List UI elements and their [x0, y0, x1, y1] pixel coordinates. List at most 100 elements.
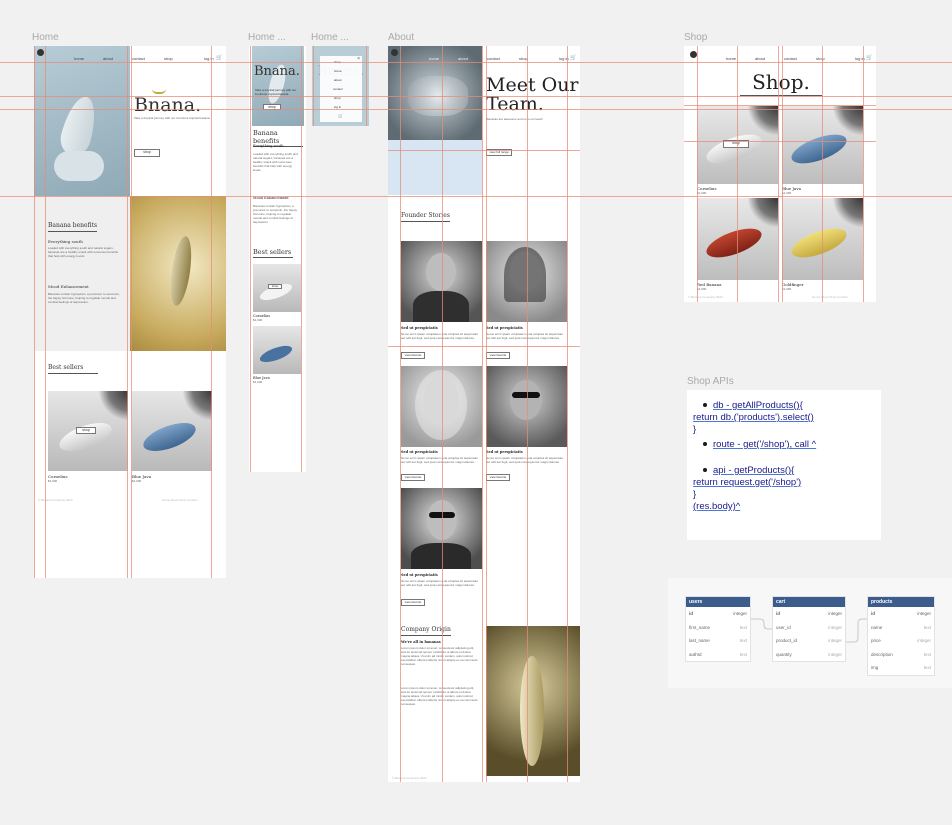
nav-contact[interactable]: contact	[132, 56, 145, 61]
company-origin-subtitle: We're all in bananas	[401, 640, 441, 644]
api-get-line4[interactable]: (res.body)^	[693, 501, 875, 513]
frame-label-home[interactable]: Home	[32, 32, 59, 43]
shop-nav-home[interactable]: home	[726, 56, 736, 61]
team-member5-title: Sed ut perspiciatis	[401, 573, 438, 577]
frame-label-home-menu[interactable]: Home ...	[311, 32, 349, 43]
mobile-benefit2-text: Bananas contain tryptophan, a precursor …	[253, 204, 298, 224]
shop-nav-contact[interactable]: contact	[784, 56, 797, 61]
benefit2-title: Mood Enhancement	[48, 284, 89, 289]
mobile-product2-image[interactable]	[253, 326, 301, 374]
api-get-line1[interactable]: api - getProducts(){	[693, 465, 875, 477]
grid-guide	[684, 105, 876, 106]
team-member3-title: Sed ut perspiciatis	[401, 450, 438, 454]
shop-product1-price: $1,000	[697, 191, 707, 195]
team-member4-text: Nemo enim ipsam voluptatem quia voluptas…	[486, 456, 564, 464]
shop-product4-price: $1,000	[782, 287, 792, 291]
about-cart-icon[interactable]: 🛒	[570, 55, 576, 61]
team-member4-button[interactable]: view favorite	[486, 474, 510, 481]
grid-guide	[388, 150, 580, 151]
benefits-section	[34, 196, 130, 351]
shop-apis-card: db - getAllProducts(){ return db.('produ…	[687, 390, 881, 540]
benefit2-text: Bananas contain tryptophan, a precursor …	[48, 292, 120, 304]
grid-guide	[567, 46, 568, 782]
shop-avatar-icon[interactable]	[690, 51, 697, 58]
mobile-product1-price: $1,000	[253, 318, 263, 322]
about-nav-home[interactable]: home	[429, 56, 439, 61]
home-menu-frame: Bnana. × shop home about contact shop lo…	[312, 46, 369, 126]
api-route-line[interactable]: route - get('/shop'), call ^	[693, 439, 875, 451]
api-db-line1[interactable]: db - getAllProducts(){	[693, 400, 875, 412]
hero-shop-button[interactable]: shop	[134, 149, 160, 157]
mobile-product1-shop-button[interactable]: shop	[268, 284, 282, 289]
menu-cart-icon[interactable]: 🛒	[338, 113, 343, 118]
product1-shop-button[interactable]: shop	[76, 427, 96, 434]
team-member4-title: Sed ut perspiciatis	[486, 450, 523, 454]
nav-home[interactable]: home	[74, 56, 84, 61]
db-relation-connectors	[751, 618, 867, 643]
api-db-line3[interactable]: }	[693, 424, 875, 436]
grid-guide	[211, 46, 212, 578]
nav-shop[interactable]: shop	[164, 56, 173, 61]
api-get-text1: api - getProducts(){	[713, 465, 795, 476]
team-member3-button[interactable]: view favorite	[401, 474, 425, 481]
about-nav-about[interactable]: about	[458, 56, 468, 61]
api-get-line2[interactable]: return request.get('/shop')	[693, 477, 875, 489]
grid-guide	[527, 46, 528, 782]
shop-footer-links[interactable]: Home About Shop Contact	[812, 295, 848, 299]
team-member3-text: Nemo enim ipsam voluptatem quia voluptas…	[401, 456, 479, 464]
grid-guide	[442, 46, 443, 782]
about-blue-block	[388, 140, 482, 195]
mobile-benefit1-text: Loaded with everything south and natural…	[253, 152, 298, 172]
grid-guide	[127, 46, 128, 578]
api-db-line2[interactable]: return db.('products').select()	[693, 412, 875, 424]
benefit1-title: Everything south	[48, 239, 83, 244]
menu-item-about[interactable]: about	[334, 78, 342, 82]
team-member1-button[interactable]: view favorite	[401, 352, 425, 359]
db-schema-board: users id integer first_name text last_name…	[668, 578, 952, 688]
shop-nav-shop[interactable]: shop	[816, 56, 825, 61]
about-nav-contact[interactable]: contact	[487, 56, 500, 61]
team-member2-button[interactable]: view favorite	[486, 352, 510, 359]
frame-label-about[interactable]: About	[388, 32, 414, 43]
team-member5-button[interactable]: view favorite	[401, 599, 425, 606]
avatar-icon[interactable]	[37, 49, 44, 56]
grid-guide	[697, 46, 698, 302]
grid-guide	[34, 46, 35, 578]
grid-guide	[400, 46, 401, 782]
bullet-icon	[703, 442, 707, 447]
frame-label-shop-apis[interactable]: Shop APIs	[687, 376, 734, 387]
api-route-text: route - get('/shop'), call ^	[713, 439, 817, 450]
menu-item-contact[interactable]: contact	[333, 87, 343, 91]
banana-flower-image	[486, 626, 580, 776]
grid-guide	[822, 46, 823, 302]
api-get-line3[interactable]: }	[693, 489, 875, 501]
company-origin-title: Company Origin	[401, 626, 451, 636]
home-footer-links[interactable]: Home About Shop Contact	[162, 498, 198, 502]
grid-guide	[0, 196, 952, 197]
frame-label-shop[interactable]: Shop	[684, 32, 707, 43]
product1-price: $1,000	[48, 479, 58, 483]
bullet-icon	[703, 403, 707, 408]
frame-label-home-mobile[interactable]: Home ...	[248, 32, 286, 43]
team-member2-text: Nemo enim ipsam voluptatem quia voluptas…	[486, 332, 564, 340]
nav-login[interactable]: log in	[204, 56, 214, 61]
nav-about[interactable]: about	[103, 56, 113, 61]
grid-guide	[45, 46, 46, 578]
shop-cart-icon[interactable]: 🛒	[866, 55, 872, 61]
company-origin-text2: Lorem ipsum dolor sit amet, consectetur …	[401, 686, 478, 706]
product2-image[interactable]	[132, 391, 212, 471]
shop-footer: © Banana Company 2024	[688, 295, 723, 299]
brand-title: Bnana.	[134, 94, 202, 116]
shop-product2-price: $1,000	[782, 191, 792, 195]
shop-nav-about[interactable]: about	[755, 56, 765, 61]
mobile-product2-price: $1,000	[253, 380, 263, 384]
about-avatar-icon[interactable]	[391, 49, 398, 56]
menu-item-home[interactable]: home	[334, 69, 342, 73]
bullet-icon	[703, 468, 707, 473]
about-subtitle: Bananas are awesome and so is our team!	[486, 117, 544, 121]
cart-icon[interactable]: 🛒	[216, 55, 222, 61]
grid-guide	[0, 96, 952, 97]
team-member1-title: Sed ut perspiciatis	[401, 326, 438, 330]
benefits-title: Banana benefits	[48, 222, 98, 232]
mobile-menu-panel: × shop home about contact shop log in 🛒	[320, 56, 362, 122]
